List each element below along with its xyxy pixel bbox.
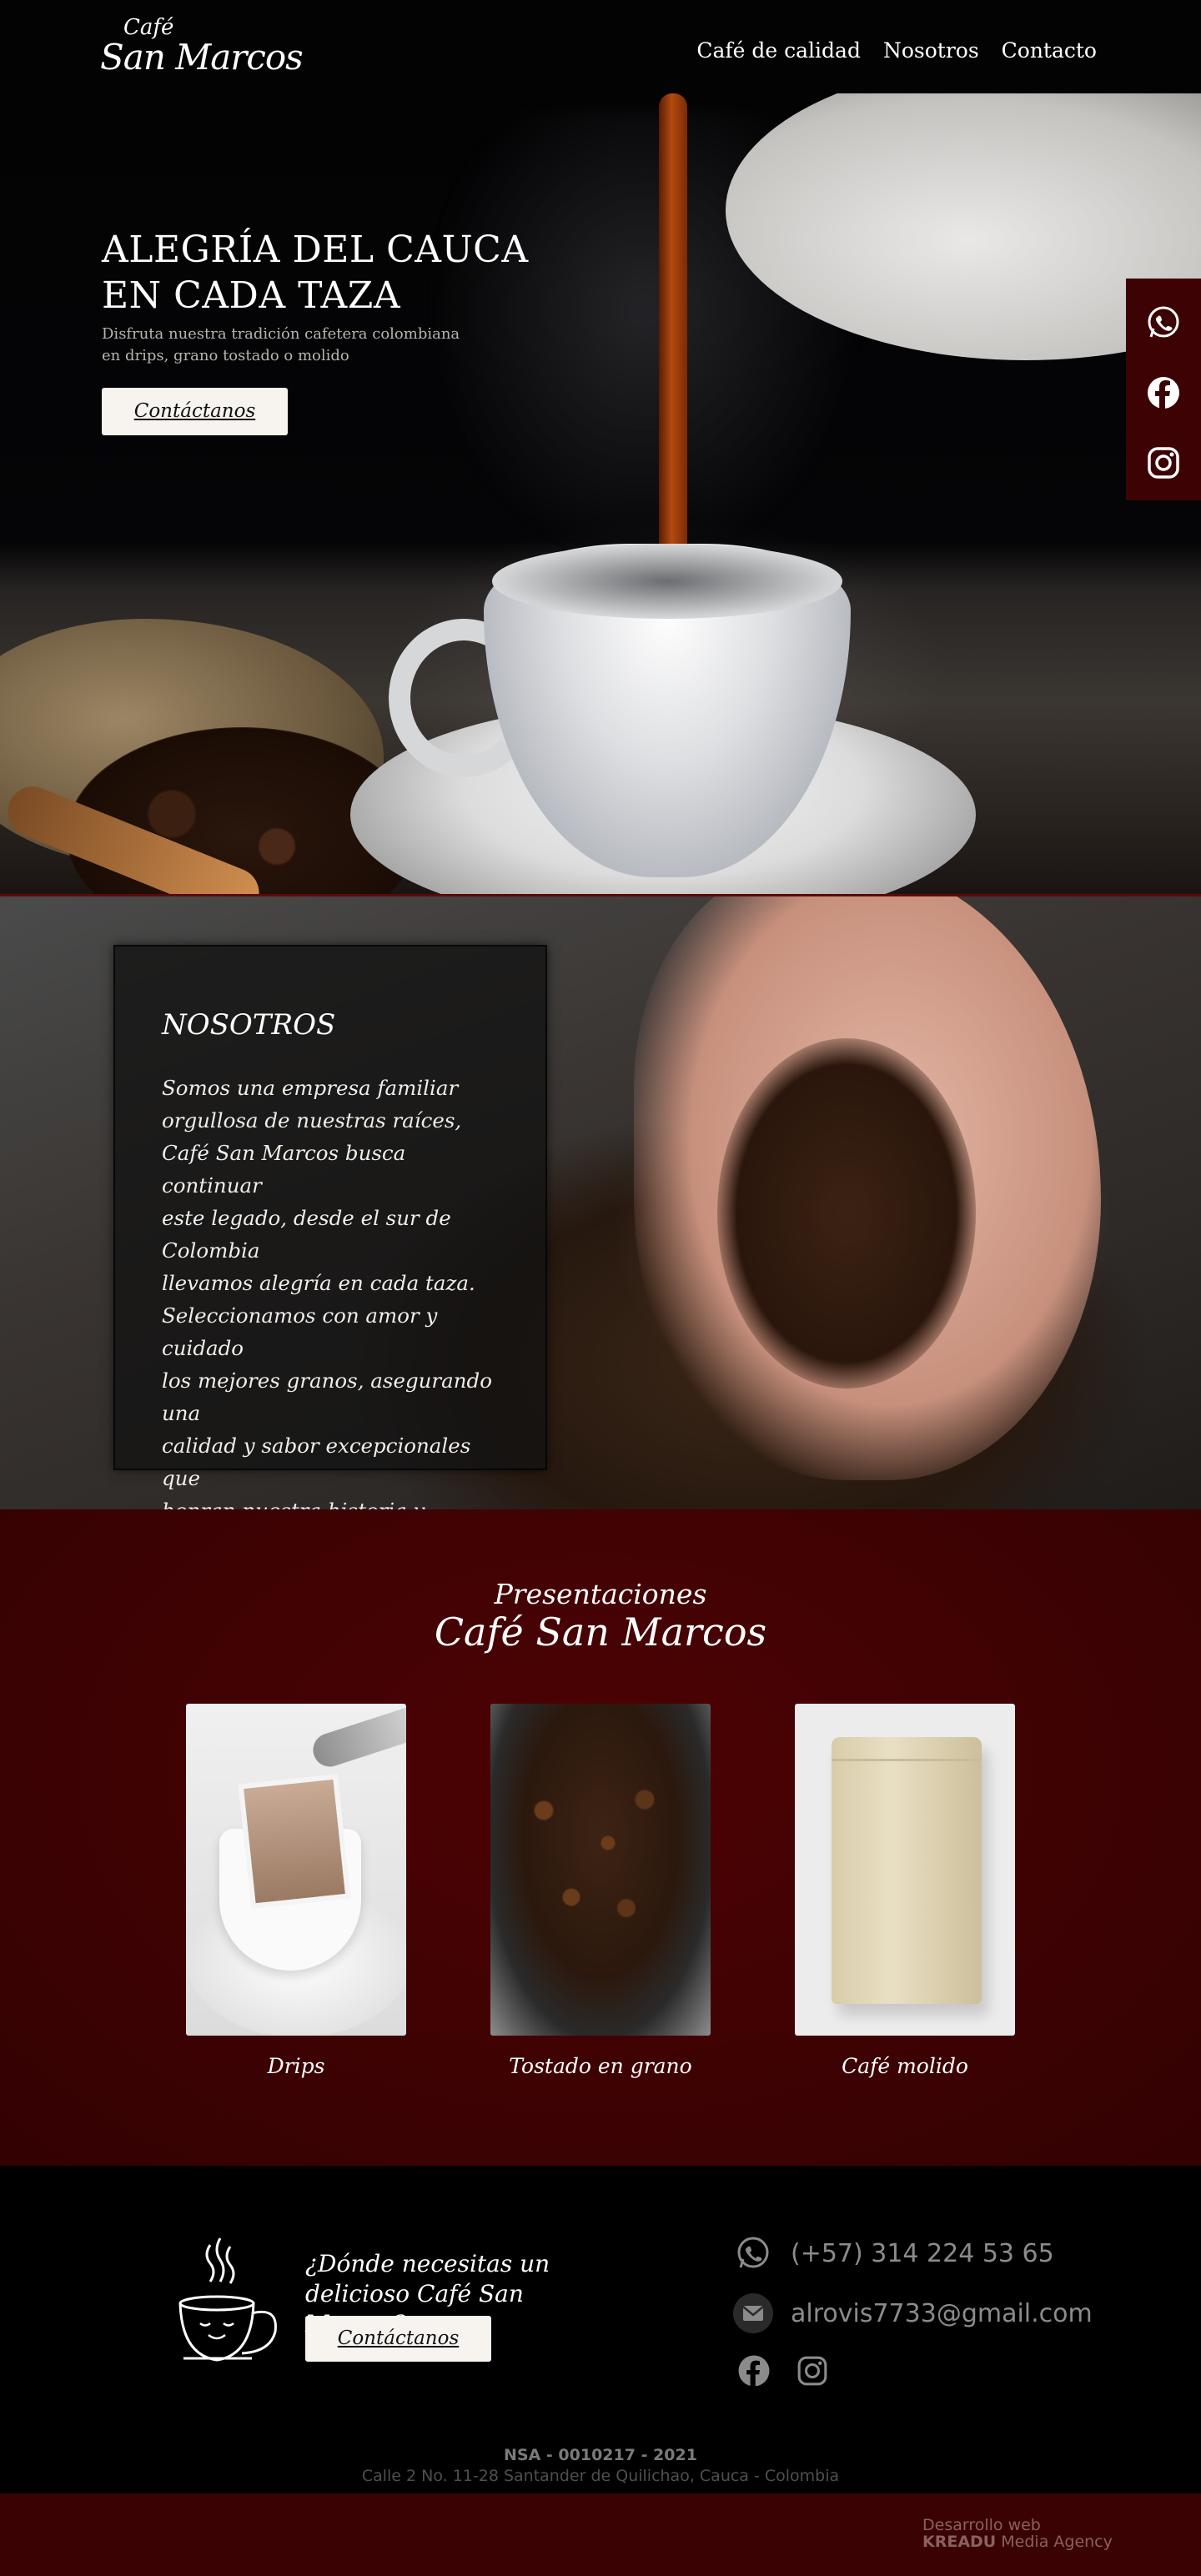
product-image-tostado-en-grano [490,1704,711,2036]
product-card-tostado-en-grano[interactable]: Tostado en grano [490,1704,711,2078]
whatsapp-icon [737,2237,769,2268]
instagram-icon[interactable] [1143,442,1184,487]
products-kicker: Presentaciones [494,1578,707,1610]
hero-text-block: ALEGRÍA DEL CAUCA EN CADA TAZA Disfruta … [102,227,529,435]
products-title: Café San Marcos [434,1609,767,1655]
instagram-icon[interactable] [794,2353,831,2393]
credit-line-1: Desarrollo web [922,2516,1041,2534]
developer-credit[interactable]: Desarrollo web KREADU Media Agency [922,2517,1113,2550]
hero-title-line-1: ALEGRÍA DEL CAUCA [102,228,529,271]
hero-title-line-2: EN CADA TAZA [102,274,401,317]
nsa-code: NSA - 0010217 - 2021 [504,2446,697,2464]
nav-link-nosotros[interactable]: Nosotros [883,38,979,63]
footer-bar: Desarrollo web KREADU Media Agency [0,2493,1201,2576]
about-beans-in-hand-image [717,1038,976,1388]
address: Calle 2 No. 11-28 Santander de Quilichao… [361,2467,840,2485]
nav-link-contacto[interactable]: Contacto [1002,38,1097,63]
product-label: Tostado en grano [509,2054,692,2078]
about-section: NOSOTROS Somos una empresa familiar orgu… [0,894,1201,1509]
coffee-cup-icon [178,2237,277,2362]
contact-socials [736,2353,831,2393]
facebook-icon[interactable] [736,2353,772,2393]
product-card-cafe-molido[interactable]: Café molido [795,1704,1015,2078]
contact-phone: (+57) 314 224 53 65 [791,2238,1054,2268]
hero-cup-rim-image [492,544,842,619]
floating-social-bar [1126,279,1201,500]
brand-logo[interactable]: Café San Marcos [100,15,304,78]
whatsapp-icon[interactable] [1143,302,1184,347]
credit-rest: Media Agency [996,2533,1113,2551]
product-label: Café molido [842,2054,968,2078]
product-card-drips[interactable]: Drips [186,1704,406,2078]
hero-contact-button[interactable]: Contáctanos [102,388,288,435]
products-section: Presentaciones Café San Marcos Drips Tos… [0,1509,1201,2166]
hero-title: ALEGRÍA DEL CAUCA EN CADA TAZA [102,227,529,319]
site-header: Café San Marcos Café de calidad Nosotros… [0,0,1201,93]
nav-link-cafe-de-calidad[interactable]: Café de calidad [696,38,861,63]
contact-email: alrovis7733@gmail.com [791,2298,1093,2328]
product-label: Drips [267,2054,325,2078]
logo-bottom-text: San Marcos [100,37,304,78]
main-nav: Café de calidad Nosotros Contacto [696,38,1097,63]
about-card: NOSOTROS Somos una empresa familiar orgu… [113,945,547,1509]
product-image-cafe-molido [795,1704,1015,2036]
footer-contact-button[interactable]: Contáctanos [305,2316,491,2362]
facebook-icon[interactable] [1143,372,1184,417]
credit-brand: KREADU [922,2533,997,2551]
contact-section: ¿Dónde necesitas un delicioso Café San M… [0,2166,1201,2493]
hero-section: ALEGRÍA DEL CAUCA EN CADA TAZA Disfruta … [0,93,1201,894]
about-text: Somos una empresa familiar orgullosa de … [162,1076,492,1509]
product-image-drips [186,1704,406,2036]
about-title: NOSOTROS [162,1008,336,1042]
hero-subtitle: Disfruta nuestra tradición cafetera colo… [102,325,460,364]
email-icon [733,2293,773,2333]
contact-email-row[interactable]: alrovis7733@gmail.com [732,2292,1093,2334]
contact-phone-row[interactable]: (+57) 314 224 53 65 [732,2232,1054,2274]
